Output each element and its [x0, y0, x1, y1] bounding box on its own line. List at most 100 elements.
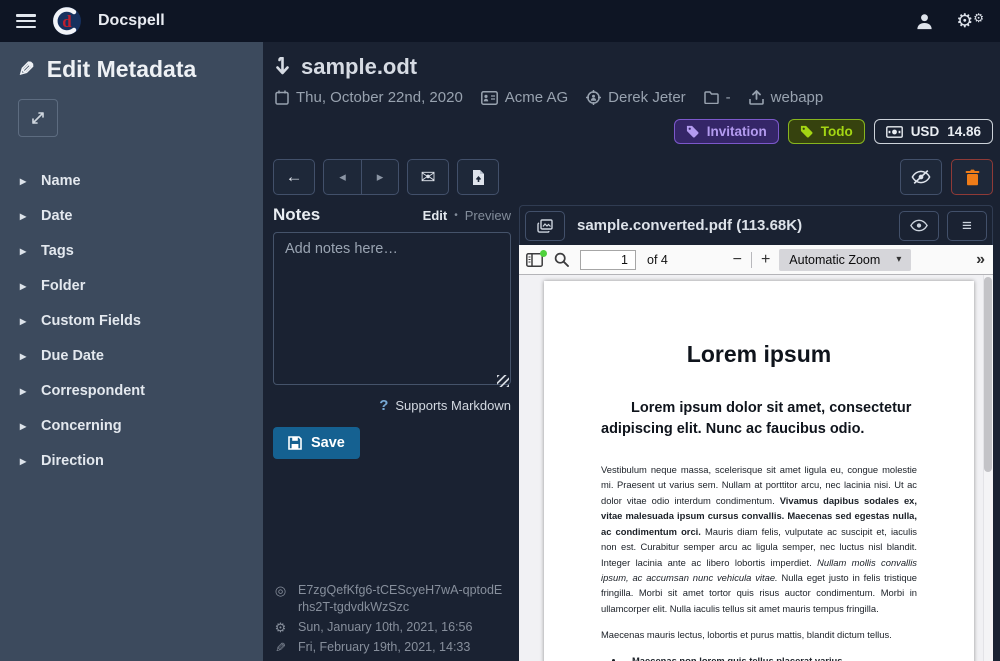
pdf-page: Lorem ipsum Lorem ipsum dolor sit amet, …: [544, 281, 974, 661]
send-mail-button[interactable]: ✉: [407, 159, 449, 195]
app-title: Docspell: [98, 12, 165, 30]
caret-right-icon: ▸: [20, 279, 26, 293]
toolbar-more-button[interactable]: »: [976, 251, 986, 269]
envelope-icon: ✉: [420, 167, 435, 188]
caret-right-icon: ▸: [20, 314, 26, 328]
item-correspondent: Acme AG: [481, 89, 568, 106]
notification-dot: [540, 250, 547, 257]
sidebar-title: ✎ Edit Metadata: [18, 56, 245, 83]
pdfjs-toolbar: of 4 − + Automatic Zoom ▾ »: [519, 245, 993, 275]
person-crosshair-icon: [586, 90, 601, 105]
item-meta-row: Thu, October 22nd, 2020 Acme AG: [275, 89, 993, 106]
question-icon: ?: [379, 397, 388, 414]
tags-row: Invitation Todo USD 14.86: [273, 119, 993, 144]
item-created-row: ⚙ Sun, January 10th, 2021, 16:56: [273, 619, 511, 637]
save-floppy-icon: [288, 436, 302, 450]
pdf-sidebar-toggle-button[interactable]: [526, 253, 543, 267]
tag-icon: [800, 125, 813, 138]
hide-item-button[interactable]: [900, 159, 942, 195]
markdown-hint: ? Supports Markdown: [273, 397, 511, 414]
item-id-row: ◎ E7zgQefKfg6-tCEScyeH7wA-qptodErhs2T-tg…: [273, 582, 511, 616]
attachment-filename: sample.converted.pdf (113.68K): [577, 217, 802, 234]
attachment-select-button[interactable]: [525, 211, 565, 241]
item-updated-row: ✎ Fri, February 19th, 2021, 14:33: [273, 639, 511, 657]
chevron-down-icon: ▾: [896, 254, 901, 265]
caret-right-icon: ▸: [20, 349, 26, 363]
user-icon[interactable]: [915, 12, 934, 31]
zoom-out-button[interactable]: −: [733, 252, 742, 268]
sidebar-item-folder[interactable]: ▸Folder: [18, 270, 245, 302]
expand-sidebar-button[interactable]: [18, 99, 58, 137]
money-bill-icon: [886, 126, 903, 138]
tag-icon: [686, 125, 699, 138]
tag-badge-invitation[interactable]: Invitation: [674, 119, 779, 144]
add-files-button[interactable]: [457, 159, 499, 195]
eye-slash-icon: [911, 169, 931, 185]
sidebar-item-correspondent[interactable]: ▸Correspondent: [18, 375, 245, 407]
item-id: E7zgQefKfg6-tCEScyeH7wA-qptodErhs2T-tgdv…: [298, 582, 503, 616]
pdf-paragraph: Vestibulum neque massa, scelerisque sit …: [601, 462, 917, 616]
docspell-logo-icon: d: [52, 6, 82, 36]
upload-icon: [749, 90, 764, 105]
sidebar-item-name[interactable]: ▸Name: [18, 165, 245, 197]
pdf-doc-title: Lorem ipsum: [601, 341, 917, 368]
caret-right-icon: ▸: [20, 244, 26, 258]
item-folder: -: [704, 89, 731, 106]
resize-diagonal-icon: [30, 110, 46, 126]
calendar-icon: [275, 90, 289, 105]
pdf-doc-body: Vestibulum neque massa, scelerisque sit …: [601, 462, 917, 661]
item-toolbar: ← ◂ ▸ ✉: [273, 159, 993, 195]
notes-heading: Notes: [273, 205, 320, 225]
prev-next-group: ◂ ▸: [323, 159, 399, 195]
edit-metadata-sidebar: ✎ Edit Metadata ▸Name ▸Date ▸Tags ▸Folde…: [0, 42, 263, 661]
menu-icon[interactable]: [16, 14, 36, 28]
sidebar-sections: ▸Name ▸Date ▸Tags ▸Folder ▸Custom Fields…: [18, 165, 245, 480]
pdf-find-button[interactable]: [554, 252, 569, 267]
caret-right-icon: ▸: [20, 419, 26, 433]
delete-item-button[interactable]: [951, 159, 993, 195]
pdf-scrollbar-thumb[interactable]: [984, 277, 992, 472]
item-source: webapp: [749, 89, 824, 106]
sidebar-item-tags[interactable]: ▸Tags: [18, 235, 245, 267]
item-meta-footer: ◎ E7zgQefKfg6-tCEScyeH7wA-qptodErhs2T-tg…: [273, 579, 511, 661]
pdf-bullet-item: Maecenas non lorem quis tellus placerat …: [625, 654, 917, 661]
notes-input[interactable]: [273, 232, 511, 385]
settings-gears-icon[interactable]: ⚙⚙: [956, 12, 984, 31]
attachment-menu-button[interactable]: ≡: [947, 211, 987, 241]
attachment-view-button[interactable]: [899, 211, 939, 241]
sidebar-item-due-date[interactable]: ▸Due Date: [18, 340, 245, 372]
dot-separator: •: [454, 210, 458, 221]
pdf-scrollbar-track[interactable]: [983, 275, 993, 661]
pdf-page-input[interactable]: [580, 250, 636, 270]
caret-right-icon: ▸: [20, 174, 26, 188]
notes-column: Notes Edit • Preview ? Supports Markdown: [273, 205, 511, 661]
textarea-resize-grip[interactable]: [497, 375, 509, 387]
zoom-in-button[interactable]: +: [761, 252, 770, 268]
download-arrow-icon: [275, 57, 290, 77]
custom-field-badge-usd[interactable]: USD 14.86: [874, 119, 993, 144]
toolbar-divider: [751, 252, 752, 268]
notes-edit-link[interactable]: Edit: [423, 208, 448, 223]
tag-badge-todo[interactable]: Todo: [788, 119, 865, 144]
attachment-pane: sample.converted.pdf (113.68K) ≡: [519, 205, 993, 661]
sidebar-item-custom-fields[interactable]: ▸Custom Fields: [18, 305, 245, 337]
pdf-bullet-list: Maecenas non lorem quis tellus placerat …: [625, 654, 917, 661]
prev-item-button[interactable]: ◂: [323, 159, 361, 195]
back-button[interactable]: ←: [273, 159, 315, 195]
pdf-page-count: of 4: [647, 253, 668, 267]
sidebar-item-date[interactable]: ▸Date: [18, 200, 245, 232]
attachment-header: sample.converted.pdf (113.68K) ≡: [519, 205, 993, 245]
folder-icon: [704, 91, 719, 104]
next-item-button[interactable]: ▸: [361, 159, 399, 195]
sidebar-item-concerning[interactable]: ▸Concerning: [18, 410, 245, 442]
zoom-level-select[interactable]: Automatic Zoom ▾: [779, 249, 911, 271]
save-notes-button[interactable]: Save: [273, 427, 360, 459]
item-title-row: sample.odt: [275, 54, 993, 80]
magnifier-icon: [554, 252, 569, 267]
notes-preview-link[interactable]: Preview: [465, 208, 511, 223]
caret-right-icon: ▸: [20, 209, 26, 223]
eye-icon: [910, 219, 928, 232]
item-concerning: Derek Jeter: [586, 89, 686, 106]
sidebar-item-direction[interactable]: ▸Direction: [18, 445, 245, 477]
pencil-icon: ✎: [273, 639, 288, 657]
